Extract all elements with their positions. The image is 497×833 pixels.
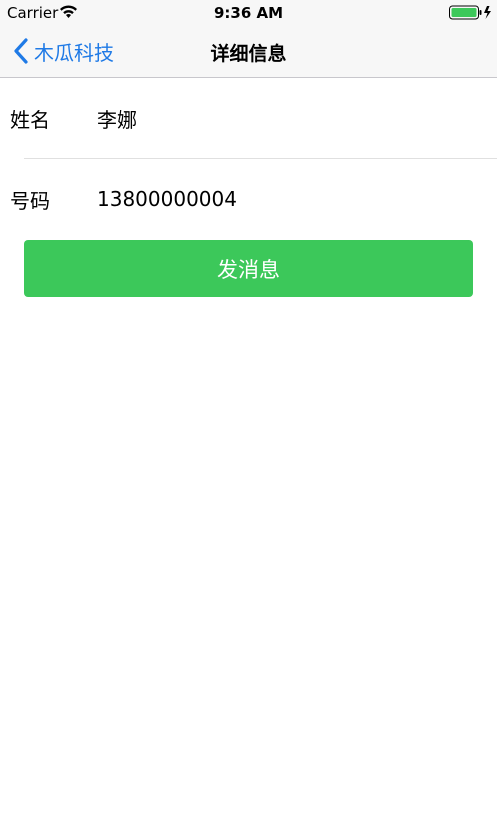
navigation-bar: 木瓜科技 详细信息 <box>0 26 497 78</box>
phone-value: 13800000004 <box>97 187 237 211</box>
send-message-button[interactable]: 发消息 <box>24 240 473 297</box>
phone-row: 号码 13800000004 <box>0 179 497 219</box>
phone-label: 号码 <box>10 188 50 213</box>
page-title: 详细信息 <box>210 43 287 65</box>
name-label: 姓名 <box>10 107 50 132</box>
name-value: 李娜 <box>97 107 137 132</box>
clock: 9:36 AM <box>213 4 284 22</box>
contact-detail-screen: Carrier 9:36 AM 木瓜科技 详细信息 姓名 李娜 号码 13800… <box>0 0 497 833</box>
row-divider <box>24 158 497 159</box>
status-bar: Carrier 9:36 AM <box>0 0 497 26</box>
name-row: 姓名 李娜 <box>0 98 497 138</box>
battery-icon <box>449 5 491 20</box>
